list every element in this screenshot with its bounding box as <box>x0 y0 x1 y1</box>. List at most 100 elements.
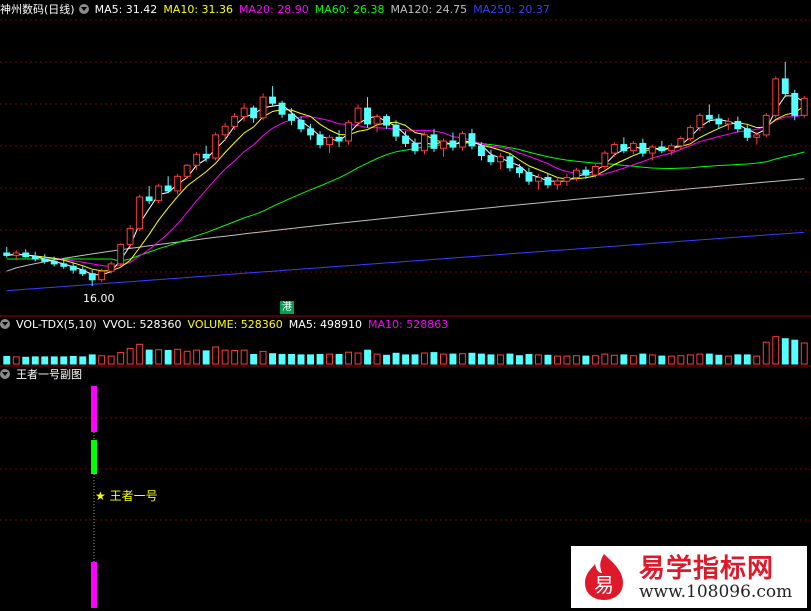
candle-body <box>525 172 533 182</box>
volume-bar <box>724 355 732 365</box>
volume-value: VOLUME: 528360 <box>187 318 283 331</box>
candle-body <box>516 167 523 174</box>
volume-bar <box>307 354 315 365</box>
volume-bar <box>259 350 267 365</box>
volume-bar <box>364 349 372 365</box>
volume-bar <box>12 356 20 365</box>
volume-bar <box>573 355 580 365</box>
volume-ma5-value: MA5: 498910 <box>288 318 363 331</box>
volume-bar <box>791 339 799 365</box>
candle-body <box>288 113 296 121</box>
candle-body <box>164 185 172 192</box>
volume-bar <box>563 355 571 365</box>
candle-body <box>411 142 419 152</box>
ma120-value: MA120: 24.75 <box>390 3 468 16</box>
watermark-logo-icon: 易 <box>585 554 623 600</box>
volume-bar <box>174 348 182 365</box>
volume-bar <box>98 355 106 365</box>
volume-bar <box>297 354 305 365</box>
volume-bar <box>430 352 438 365</box>
volume-bar <box>164 350 172 365</box>
candle-body <box>696 114 704 129</box>
volume-bar <box>41 356 49 365</box>
volume-bar <box>354 352 362 365</box>
candle-body <box>421 134 428 152</box>
volume-bar <box>497 354 504 365</box>
signal-bar-magenta <box>91 562 97 608</box>
volume-bar <box>715 354 723 365</box>
volume-bar <box>60 356 68 365</box>
candle-body <box>620 144 628 152</box>
candle-body <box>753 134 761 138</box>
watermark-logo-char: 易 <box>594 573 614 597</box>
volume-bar <box>240 349 248 365</box>
volume-bar <box>411 354 419 365</box>
candle-body <box>554 180 561 186</box>
volume-ma10-value: MA10: 528863 <box>368 318 449 331</box>
candle-body <box>259 96 267 119</box>
volume-menu-icon[interactable] <box>0 319 10 329</box>
volume-bar <box>316 354 324 365</box>
signal-label: ★ 王者一号 <box>95 489 158 503</box>
volume-bar <box>677 355 685 365</box>
candle-body <box>183 164 191 177</box>
ma250-value: MA250: 20.37 <box>473 3 550 16</box>
candle-body <box>573 169 580 178</box>
candle-body <box>193 153 201 166</box>
volume-bar <box>22 356 30 365</box>
candle-body <box>383 116 391 126</box>
volume-header: VOL-TDX(5,10) VVOL: 528360 VOLUME: 528360 M… <box>0 317 454 333</box>
candle-body <box>354 107 362 124</box>
candle-body <box>155 185 163 202</box>
stock-chart <box>0 19 811 608</box>
volume-bar <box>69 356 77 365</box>
volume-bar <box>117 352 125 365</box>
candle-body <box>392 124 400 137</box>
volume-bar <box>601 353 609 365</box>
volume-bar <box>88 354 96 365</box>
candle-body <box>126 228 134 245</box>
volume-bar <box>392 352 400 365</box>
sub-chart-title: 王者一号副图 <box>16 368 82 381</box>
header-menu-icon[interactable] <box>78 4 89 14</box>
candle-body <box>658 146 666 152</box>
volume-bar <box>50 356 58 365</box>
candle-body <box>41 258 49 262</box>
candle-body <box>535 177 542 182</box>
sub-chart-menu-icon[interactable] <box>0 369 10 379</box>
moving-average-lines <box>6 95 805 292</box>
volume-bar <box>772 336 780 365</box>
volume-bar <box>535 354 542 365</box>
volume-bar <box>183 350 191 365</box>
candle-body <box>335 136 343 142</box>
candle-body <box>88 273 96 281</box>
candle-body <box>449 140 457 148</box>
volume-bar <box>79 356 87 365</box>
volume-bar <box>487 354 495 365</box>
volume-bar <box>107 355 115 365</box>
candle-body <box>69 265 77 271</box>
volume-bar <box>800 342 808 365</box>
volume-bar <box>288 354 296 365</box>
candle-body <box>145 196 153 202</box>
volume-bar <box>582 355 590 365</box>
candle-body <box>12 252 20 256</box>
volume-bar <box>155 349 163 365</box>
candle-body <box>50 261 58 265</box>
volume-bar <box>743 354 751 365</box>
candle-body <box>781 78 789 95</box>
volume-bar <box>620 354 628 365</box>
ma60-line <box>6 142 805 262</box>
volume-bar <box>468 352 476 365</box>
volume-bar <box>221 349 229 365</box>
hk-connect-badge[interactable]: 港 <box>280 301 294 314</box>
candle-body <box>373 116 381 125</box>
candle-body <box>117 243 125 265</box>
volume-bar <box>705 353 713 365</box>
volume-bar <box>373 353 381 365</box>
volume-bar <box>383 354 391 365</box>
volume-bar <box>421 352 428 365</box>
stock-title: 神州数码(日线) <box>0 3 75 16</box>
volume-bar <box>126 348 134 365</box>
candle-body <box>468 133 476 147</box>
